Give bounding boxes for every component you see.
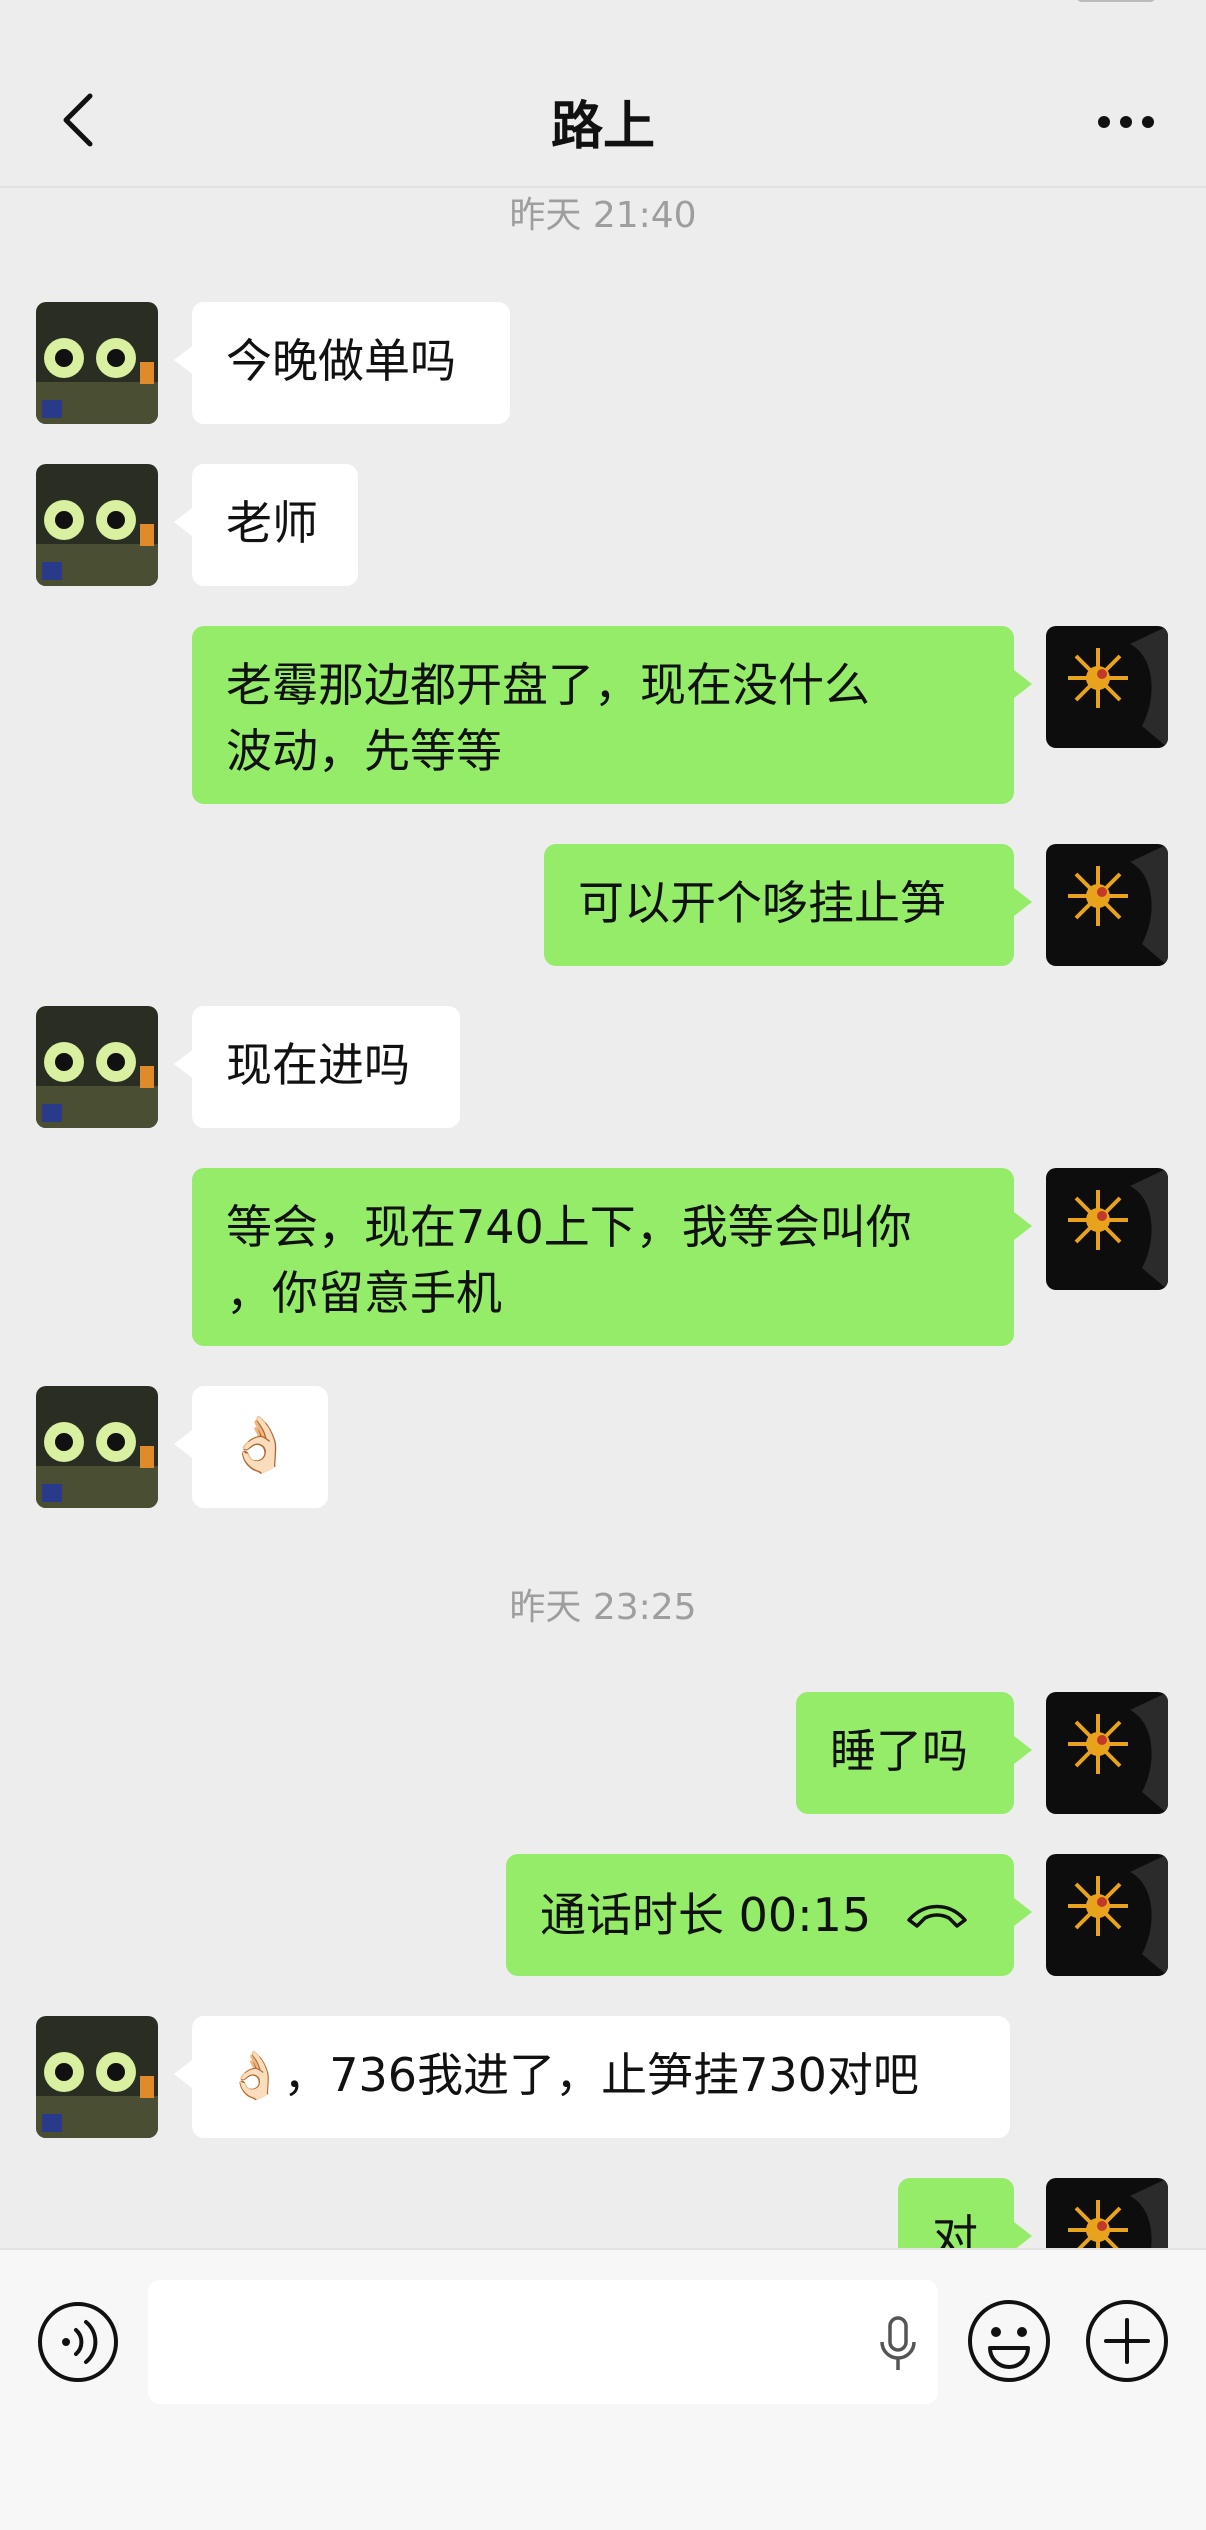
my-avatar-image <box>1046 844 1168 966</box>
chat-header: 路上 <box>0 0 1206 188</box>
message-bubble-received[interactable]: 👌🏻 <box>174 1386 328 1508</box>
status-bar-indicators <box>966 0 1166 6</box>
chat-title: 路上 <box>550 97 655 157</box>
contact-avatar-image <box>36 2016 158 2138</box>
message-bubble-received[interactable]: 今晚做单吗 <box>174 302 510 424</box>
timestamp: 昨天 23:25 <box>509 1587 697 1628</box>
timestamp: 昨天 21:40 <box>509 195 697 236</box>
more-button[interactable] <box>1086 92 1166 152</box>
call-duration-text: 通话时长 00:15 <box>540 1888 872 1942</box>
contact-avatar-image <box>36 302 158 424</box>
my-avatar-image <box>1046 1692 1168 1814</box>
voice-input-button[interactable] <box>36 2300 120 2384</box>
my-avatar[interactable] <box>1046 1168 1168 1290</box>
message-bubble-received[interactable]: 老师 <box>174 464 358 586</box>
contact-avatar-image <box>36 464 158 586</box>
my-avatar-image <box>1046 626 1168 748</box>
message-bubble-sent[interactable]: 老霉那边都开盘了，现在没什么 波动，先等等 <box>192 626 1032 804</box>
message-bubble-sent[interactable]: 可以开个哆挂止笋 <box>544 844 1032 966</box>
contact-avatar[interactable] <box>36 1386 158 1508</box>
message-bubble-received[interactable]: 现在进吗 <box>174 1006 460 1128</box>
call-record-bubble[interactable]: 通话时长 00:15 <box>506 1854 1032 1976</box>
microphone-icon[interactable] <box>878 2316 918 2372</box>
contact-avatar[interactable] <box>36 464 158 586</box>
contact-avatar[interactable] <box>36 1006 158 1128</box>
my-avatar[interactable] <box>1046 626 1168 748</box>
more-dots-icon <box>1098 116 1154 128</box>
plus-icon <box>1086 2300 1168 2382</box>
my-avatar[interactable] <box>1046 1854 1168 1976</box>
my-avatar-image <box>1046 1168 1168 1290</box>
contact-avatar[interactable] <box>36 302 158 424</box>
emoji-button[interactable] <box>966 2298 1052 2384</box>
message-input[interactable] <box>148 2280 938 2404</box>
message-bubble-received[interactable]: 👌🏻，736我进了，止笋挂730对吧 <box>174 2016 1010 2138</box>
my-avatar[interactable] <box>1046 844 1168 966</box>
phone-hangup-icon <box>907 1904 967 1928</box>
contact-avatar-image <box>36 1386 158 1508</box>
input-toolbar <box>0 2248 1206 2530</box>
my-avatar-image <box>1046 1854 1168 1976</box>
contact-avatar[interactable] <box>36 2016 158 2138</box>
contact-avatar-image <box>36 1006 158 1128</box>
voice-input-icon <box>38 2302 118 2382</box>
more-functions-button[interactable] <box>1084 2298 1170 2384</box>
my-avatar[interactable] <box>1046 1692 1168 1814</box>
message-bubble-sent[interactable]: 睡了吗 <box>796 1692 1032 1814</box>
emoji-icon <box>968 2300 1050 2382</box>
message-bubble-sent[interactable]: 等会，现在740上下，我等会叫你 ，你留意手机 <box>192 1168 1032 1346</box>
